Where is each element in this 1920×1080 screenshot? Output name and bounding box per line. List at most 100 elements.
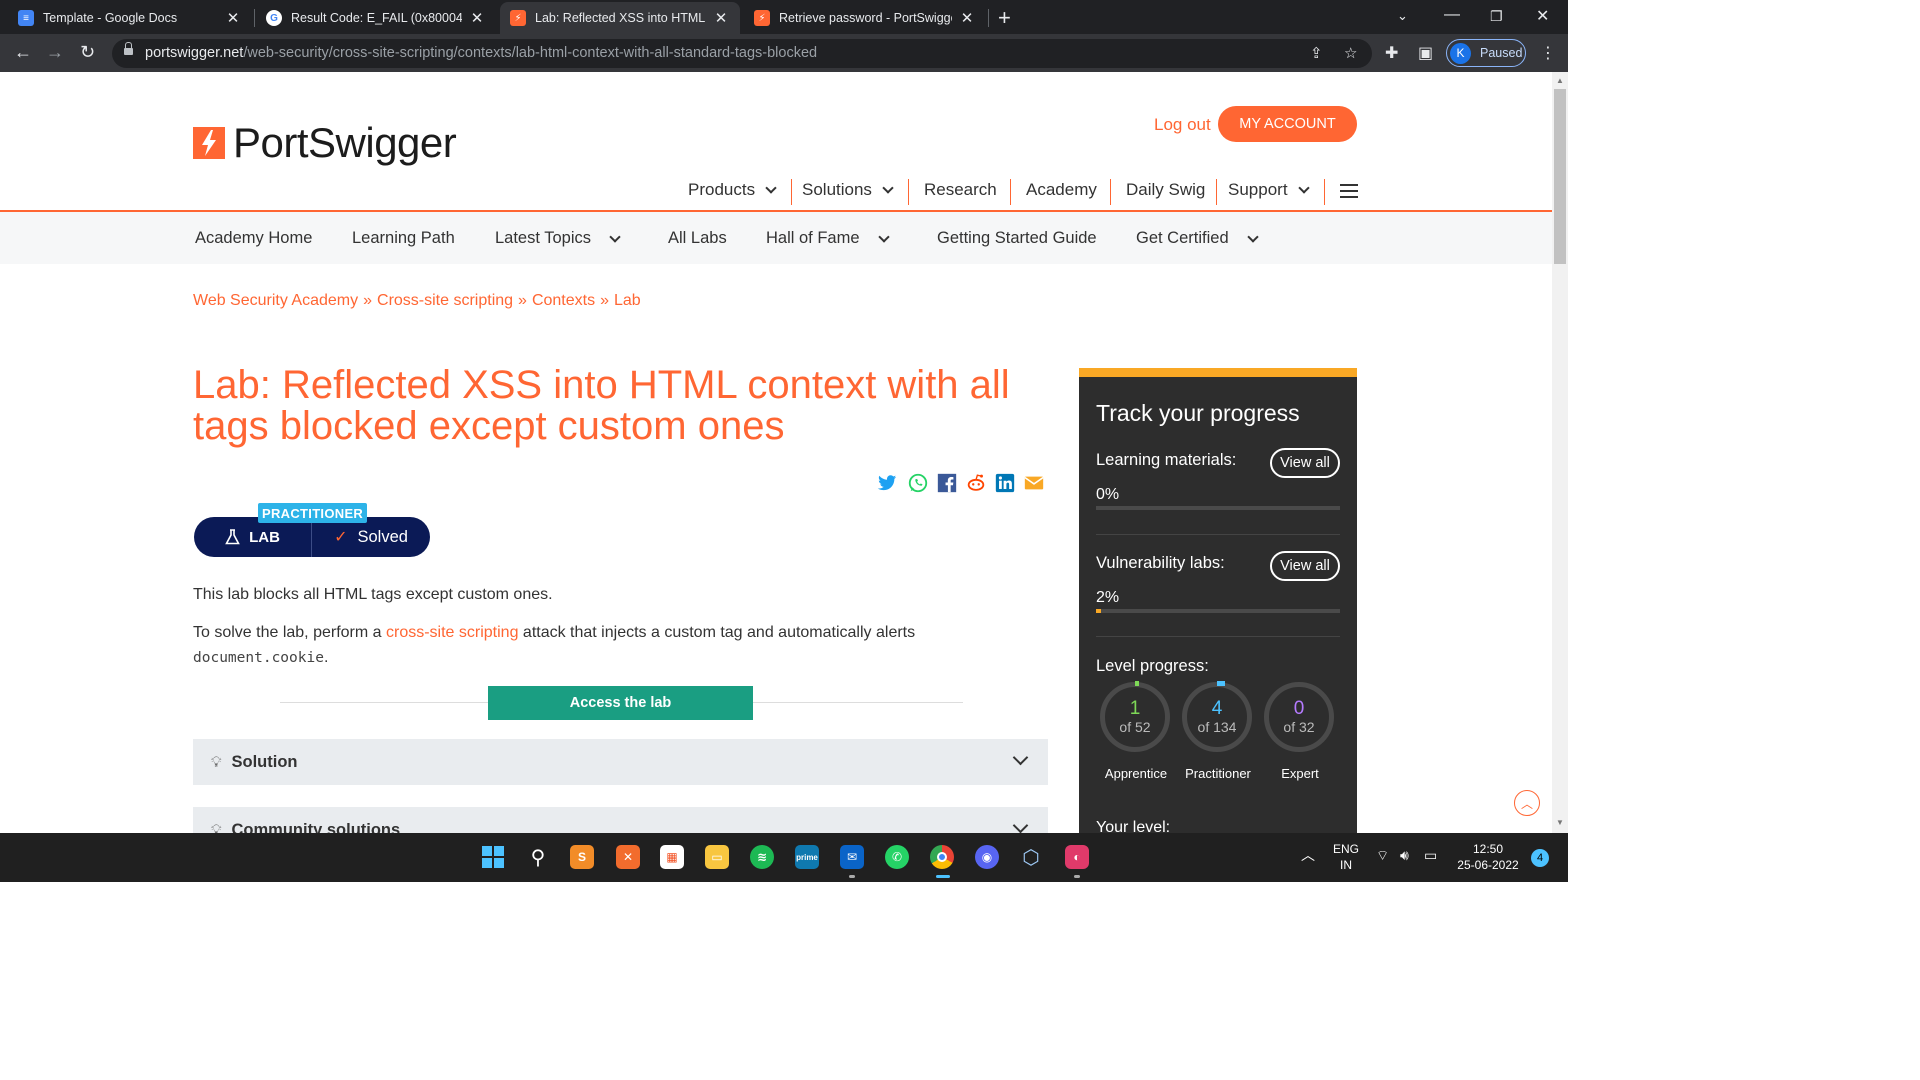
share-icon[interactable]: ⇪: [1310, 44, 1323, 62]
subnav-getting-started[interactable]: Getting Started Guide: [937, 229, 1097, 248]
url-text: portswigger.net/web-security/cross-site-…: [145, 45, 818, 61]
nav-support[interactable]: Support: [1228, 180, 1310, 200]
accordion-label: Solution: [231, 752, 298, 771]
portswigger-logo[interactable]: PortSwigger: [193, 119, 457, 167]
bookmark-star-icon[interactable]: ☆: [1344, 44, 1357, 62]
vuln-percent: 2%: [1096, 589, 1120, 606]
discord-icon[interactable]: ◉: [975, 845, 999, 869]
hamburger-menu-icon[interactable]: [1340, 184, 1358, 202]
your-level-label: Your level:: [1096, 819, 1171, 833]
breadcrumb-link[interactable]: Contexts: [532, 292, 595, 309]
subnav-academy-home[interactable]: Academy Home: [195, 229, 312, 248]
restore-button[interactable]: ❐: [1490, 8, 1503, 25]
address-bar[interactable]: portswigger.net/web-security/cross-site-…: [112, 39, 1372, 68]
subnav-get-certified[interactable]: Get Certified: [1136, 229, 1259, 248]
reload-icon[interactable]: ↻: [80, 42, 95, 63]
learning-percent: 0%: [1096, 486, 1120, 503]
view-all-learning-button[interactable]: View all: [1270, 448, 1340, 478]
file-explorer-icon[interactable]: ▭: [705, 845, 729, 869]
forward-icon[interactable]: →: [46, 42, 64, 63]
subnav-hall-of-fame[interactable]: Hall of Fame: [766, 229, 890, 248]
page-scrollbar[interactable]: ▲ ▼: [1552, 72, 1568, 833]
new-tab-button[interactable]: +: [998, 5, 1011, 31]
whatsapp-icon[interactable]: [907, 472, 929, 494]
extensions-icon[interactable]: ✚: [1385, 43, 1398, 63]
app-icon[interactable]: ◐: [1065, 845, 1089, 869]
close-tab-icon[interactable]: ✕: [224, 9, 242, 27]
back-icon[interactable]: ←: [14, 42, 32, 63]
subnav-latest-topics[interactable]: Latest Topics: [495, 229, 621, 248]
tab-search-icon[interactable]: ⌄: [1397, 8, 1408, 24]
community-solutions-accordion[interactable]: 💡︎ Community solutions: [193, 807, 1048, 833]
menu-kebab-icon[interactable]: ⋮: [1540, 43, 1556, 63]
volume-icon[interactable]: 🔊︎: [1400, 847, 1409, 863]
view-all-labs-button[interactable]: View all: [1270, 551, 1340, 581]
profile-button[interactable]: K Paused: [1446, 39, 1526, 67]
close-tab-icon[interactable]: ✕: [958, 9, 976, 27]
nav-academy[interactable]: Academy: [1026, 180, 1097, 200]
breadcrumb-link[interactable]: Web Security Academy: [193, 292, 358, 309]
twitter-icon[interactable]: [876, 472, 898, 494]
chrome-icon[interactable]: [930, 845, 954, 869]
side-panel-icon[interactable]: ▣: [1418, 43, 1433, 63]
portswigger-icon: ⚡: [754, 10, 770, 26]
tab-google-docs[interactable]: ≡ Template - Google Docs ✕: [8, 2, 252, 34]
windows-start-icon[interactable]: [481, 845, 505, 869]
apprentice-ring: 1 of 52: [1100, 681, 1170, 752]
nav-solutions[interactable]: Solutions: [802, 180, 894, 200]
notification-badge[interactable]: 4: [1531, 849, 1549, 867]
mail-icon[interactable]: ✉: [840, 845, 864, 869]
logout-link[interactable]: Log out: [1154, 115, 1211, 135]
virtualbox-icon[interactable]: ⬡: [1019, 845, 1043, 869]
whatsapp-app-icon[interactable]: ✆: [885, 845, 909, 869]
expert-label: Expert: [1281, 766, 1319, 781]
xss-link[interactable]: cross-site scripting: [386, 624, 518, 641]
google-docs-icon: ≡: [18, 10, 34, 26]
apprentice-label: Apprentice: [1104, 766, 1168, 781]
learning-progress-bar: [1096, 506, 1340, 510]
breadcrumb-link[interactable]: Cross-site scripting: [377, 292, 513, 309]
email-icon[interactable]: [1023, 472, 1045, 494]
tab-xss-lab[interactable]: ⚡ Lab: Reflected XSS into HTML con ✕: [500, 2, 740, 34]
breadcrumb-link[interactable]: Lab: [614, 292, 641, 309]
clock[interactable]: 12:50 25-06-2022: [1452, 841, 1524, 873]
close-window-button[interactable]: ✕: [1536, 6, 1549, 26]
portswigger-logo-icon: [193, 127, 225, 159]
sublime-text-icon[interactable]: S: [570, 845, 594, 869]
os-taskbar: ⚲ S ✕ ▦ ▭ ≋ prime ✉ ✆ ◉ ⬡ ◐ ︿ ENG IN ⌔ 🔊︎…: [0, 833, 1568, 882]
prime-video-icon[interactable]: prime: [795, 845, 819, 869]
search-icon[interactable]: ⚲: [526, 845, 550, 869]
close-tab-icon[interactable]: ✕: [468, 9, 486, 27]
lightbulb-icon: 💡︎: [211, 753, 222, 771]
language-indicator[interactable]: ENG IN: [1332, 841, 1360, 873]
scrollbar-thumb[interactable]: [1554, 89, 1566, 264]
minimize-button[interactable]: —: [1444, 6, 1460, 24]
nav-products[interactable]: Products: [688, 180, 777, 200]
tray-overflow-icon[interactable]: ︿: [1301, 847, 1315, 863]
browser-toolbar: ← → ↻ portswigger.net/web-security/cross…: [0, 34, 1568, 72]
wifi-icon[interactable]: ⌔: [1376, 847, 1389, 863]
reddit-icon[interactable]: [965, 472, 987, 494]
linkedin-icon[interactable]: [994, 472, 1016, 494]
back-to-top-icon[interactable]: ︿: [1514, 790, 1540, 816]
progress-widget: Track your progress Learning materials: …: [1079, 368, 1357, 833]
tab-result-code[interactable]: G Result Code: E_FAIL (0x80004005) ✕: [256, 2, 496, 34]
spotify-icon[interactable]: ≋: [750, 845, 774, 869]
microsoft-store-icon[interactable]: ▦: [660, 845, 684, 869]
learning-materials-label: Learning materials:: [1096, 451, 1237, 469]
facebook-icon[interactable]: [936, 472, 958, 494]
solution-accordion[interactable]: 💡︎ Solution: [193, 739, 1048, 785]
close-tab-icon[interactable]: ✕: [712, 9, 730, 27]
vuln-progress-bar: [1096, 609, 1340, 613]
subnav-learning-path[interactable]: Learning Path: [352, 229, 455, 248]
portswigger-icon: ⚡: [510, 10, 526, 26]
nav-daily-swig[interactable]: Daily Swig: [1126, 180, 1205, 200]
battery-icon[interactable]: ▭: [1424, 847, 1437, 863]
my-account-button[interactable]: MY ACCOUNT: [1218, 106, 1357, 142]
access-lab-button[interactable]: Access the lab: [488, 686, 753, 720]
nav-research[interactable]: Research: [924, 180, 997, 200]
tab-retrieve-password[interactable]: ⚡ Retrieve password - PortSwigger ✕: [744, 2, 986, 34]
practitioner-ring: 4 of 134: [1182, 681, 1252, 752]
subnav-all-labs[interactable]: All Labs: [668, 229, 727, 248]
xampp-icon[interactable]: ✕: [616, 845, 640, 869]
